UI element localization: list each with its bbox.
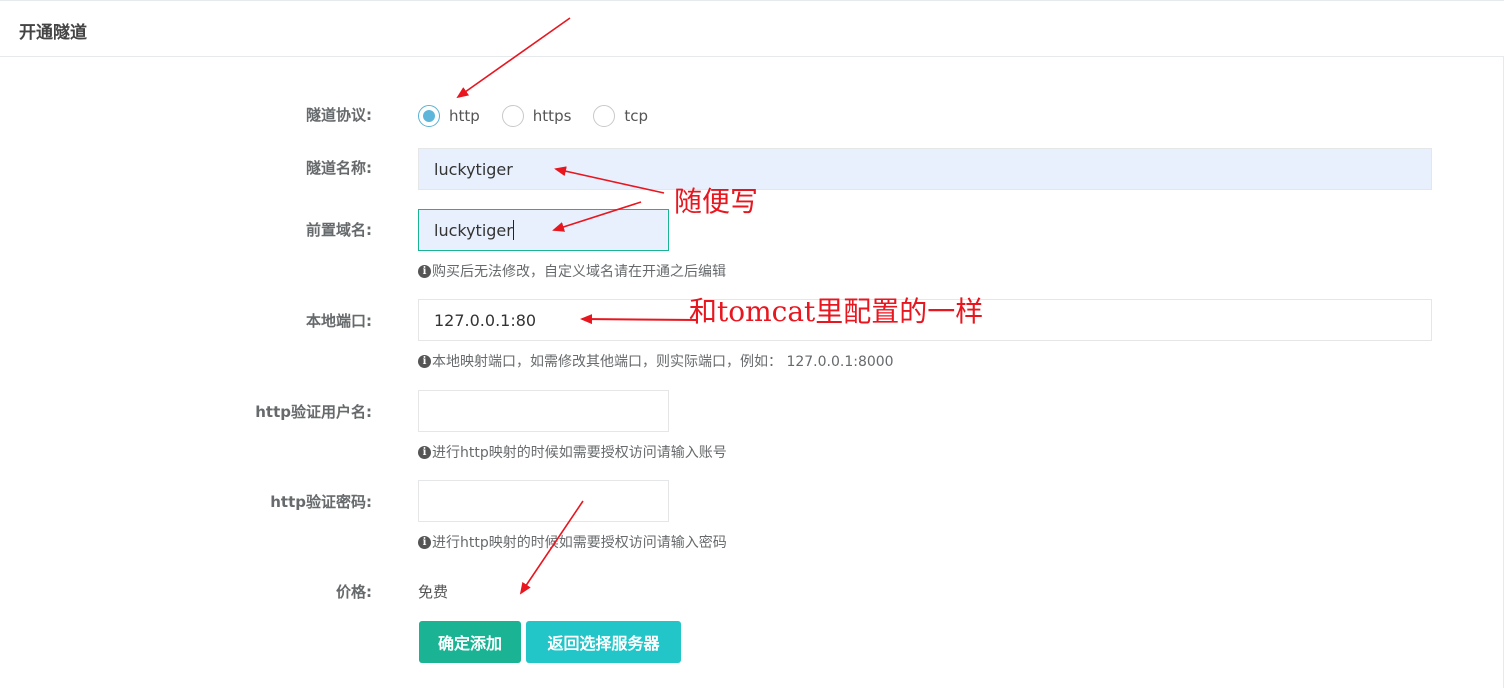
annotation-arrows (456, 17, 698, 595)
annotation-arrow-domain-prefix (552, 201, 642, 232)
annotation-arrow-price (519, 500, 584, 595)
annotation-arrow-local-port (580, 314, 698, 325)
annotation-arrow-protocol (456, 17, 571, 99)
annotation-arrow-tunnel-name (554, 166, 665, 194)
